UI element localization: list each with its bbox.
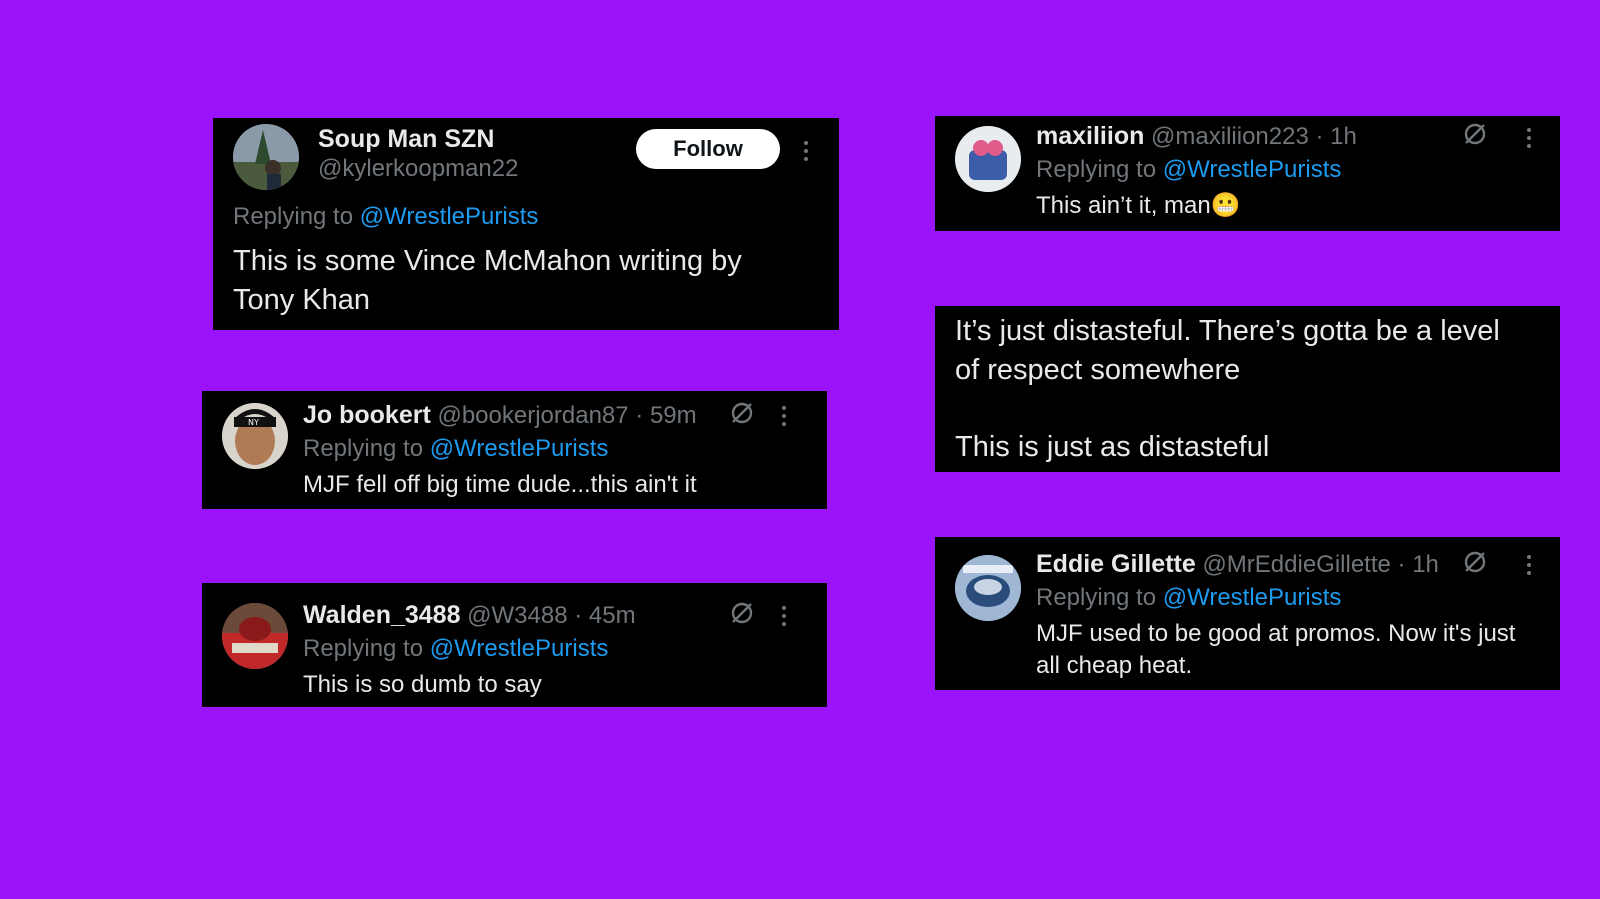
grok-icon[interactable] bbox=[729, 600, 755, 626]
tweet-header: Jo bookert @bookerjordan87 · 59m bbox=[303, 400, 697, 431]
mention-link[interactable]: @WrestlePurists bbox=[1163, 584, 1342, 611]
tweet-text-line: all cheap heat. bbox=[1036, 652, 1193, 679]
tweet-text-line: of respect somewhere bbox=[955, 354, 1241, 386]
replying-line: Replying to @WrestlePurists bbox=[1036, 583, 1341, 613]
tweet-card-eddie: Eddie Gillette @MrEddieGillette · 1h Rep… bbox=[935, 537, 1560, 690]
tweet-card-soupman: Soup Man SZN @kylerkoopman22 Follow Repl… bbox=[213, 118, 839, 330]
tweet-text-line: It’s just distasteful. There’s gotta be … bbox=[955, 315, 1500, 347]
tweet-text-line: This is some Vince McMahon writing by bbox=[233, 245, 742, 277]
more-options-icon[interactable] bbox=[801, 139, 811, 163]
grok-icon[interactable] bbox=[729, 400, 755, 426]
user-handle[interactable]: @W3488 bbox=[467, 602, 567, 629]
timestamp[interactable]: · 1h bbox=[1398, 551, 1439, 578]
tweet-card-jobookert: NY Jo bookert @bookerjordan87 · 59m Repl… bbox=[202, 391, 827, 509]
avatar[interactable] bbox=[955, 126, 1021, 192]
mention-link[interactable]: @WrestlePurists bbox=[430, 435, 609, 462]
tweet-text-line: This is just as distasteful bbox=[955, 431, 1270, 463]
more-options-icon[interactable] bbox=[779, 404, 789, 428]
tweet-header: Eddie Gillette @MrEddieGillette · 1h bbox=[1036, 549, 1439, 580]
display-name[interactable]: Soup Man SZN bbox=[318, 124, 494, 154]
user-handle[interactable]: @MrEddieGillette bbox=[1202, 551, 1390, 578]
tweet-header: Walden_3488 @W3488 · 45m bbox=[303, 600, 636, 631]
replying-prefix: Replying to bbox=[303, 435, 424, 462]
user-handle[interactable]: @bookerjordan87 bbox=[437, 402, 628, 429]
replying-prefix: Replying to bbox=[1036, 156, 1157, 183]
tweet-card-maxiliion: maxiliion @maxiliion223 · 1h Replying to… bbox=[935, 116, 1560, 231]
tweet-text: MJF fell off big time dude...this ain't … bbox=[303, 471, 697, 498]
more-options-icon[interactable] bbox=[779, 604, 789, 628]
grimacing-emoji: 😬 bbox=[1210, 192, 1241, 219]
replying-line: Replying to @WrestlePurists bbox=[303, 434, 608, 464]
tweet-text: This is so dumb to say bbox=[303, 671, 542, 698]
display-name[interactable]: maxiliion bbox=[1036, 122, 1144, 150]
quoted-text-card: It’s just distasteful. There’s gotta be … bbox=[935, 306, 1560, 472]
mention-link[interactable]: @WrestlePurists bbox=[360, 203, 539, 230]
avatar[interactable] bbox=[233, 124, 299, 190]
replying-prefix: Replying to bbox=[233, 203, 354, 230]
mention-link[interactable]: @WrestlePurists bbox=[430, 635, 609, 662]
grok-icon[interactable] bbox=[1462, 549, 1488, 575]
follow-button[interactable]: Follow bbox=[636, 129, 780, 169]
display-name[interactable]: Walden_3488 bbox=[303, 601, 460, 629]
timestamp[interactable]: · 59m bbox=[635, 402, 696, 429]
user-handle[interactable]: @kylerkoopman22 bbox=[318, 154, 518, 184]
tweet-header: maxiliion @maxiliion223 · 1h bbox=[1036, 121, 1357, 152]
svg-text:NY: NY bbox=[248, 418, 259, 427]
avatar[interactable] bbox=[222, 603, 288, 669]
grok-icon[interactable] bbox=[1462, 121, 1488, 147]
tweet-text-content: This ain’t it, man bbox=[1036, 192, 1211, 219]
display-name[interactable]: Jo bookert bbox=[303, 401, 431, 429]
timestamp[interactable]: · 1h bbox=[1316, 123, 1357, 150]
avatar[interactable]: NY bbox=[222, 403, 288, 469]
tweet-card-walden: Walden_3488 @W3488 · 45m Replying to @Wr… bbox=[202, 583, 827, 707]
replying-line: Replying to @WrestlePurists bbox=[1036, 155, 1341, 185]
display-name[interactable]: Eddie Gillette bbox=[1036, 550, 1196, 578]
tweet-text-line: MJF used to be good at promos. Now it's … bbox=[1036, 620, 1516, 647]
tweet-text: This ain’t it, man😬 bbox=[1036, 191, 1241, 221]
replying-line: Replying to @WrestlePurists bbox=[303, 634, 608, 664]
avatar[interactable] bbox=[955, 555, 1021, 621]
timestamp[interactable]: · 45m bbox=[574, 602, 635, 629]
replying-prefix: Replying to bbox=[303, 635, 424, 662]
mention-link[interactable]: @WrestlePurists bbox=[1163, 156, 1342, 183]
replying-line: Replying to @WrestlePurists bbox=[233, 202, 538, 232]
tweet-text-line: Tony Khan bbox=[233, 284, 371, 316]
user-handle[interactable]: @maxiliion223 bbox=[1151, 123, 1309, 150]
replying-prefix: Replying to bbox=[1036, 584, 1157, 611]
more-options-icon[interactable] bbox=[1524, 553, 1534, 577]
more-options-icon[interactable] bbox=[1524, 126, 1534, 150]
